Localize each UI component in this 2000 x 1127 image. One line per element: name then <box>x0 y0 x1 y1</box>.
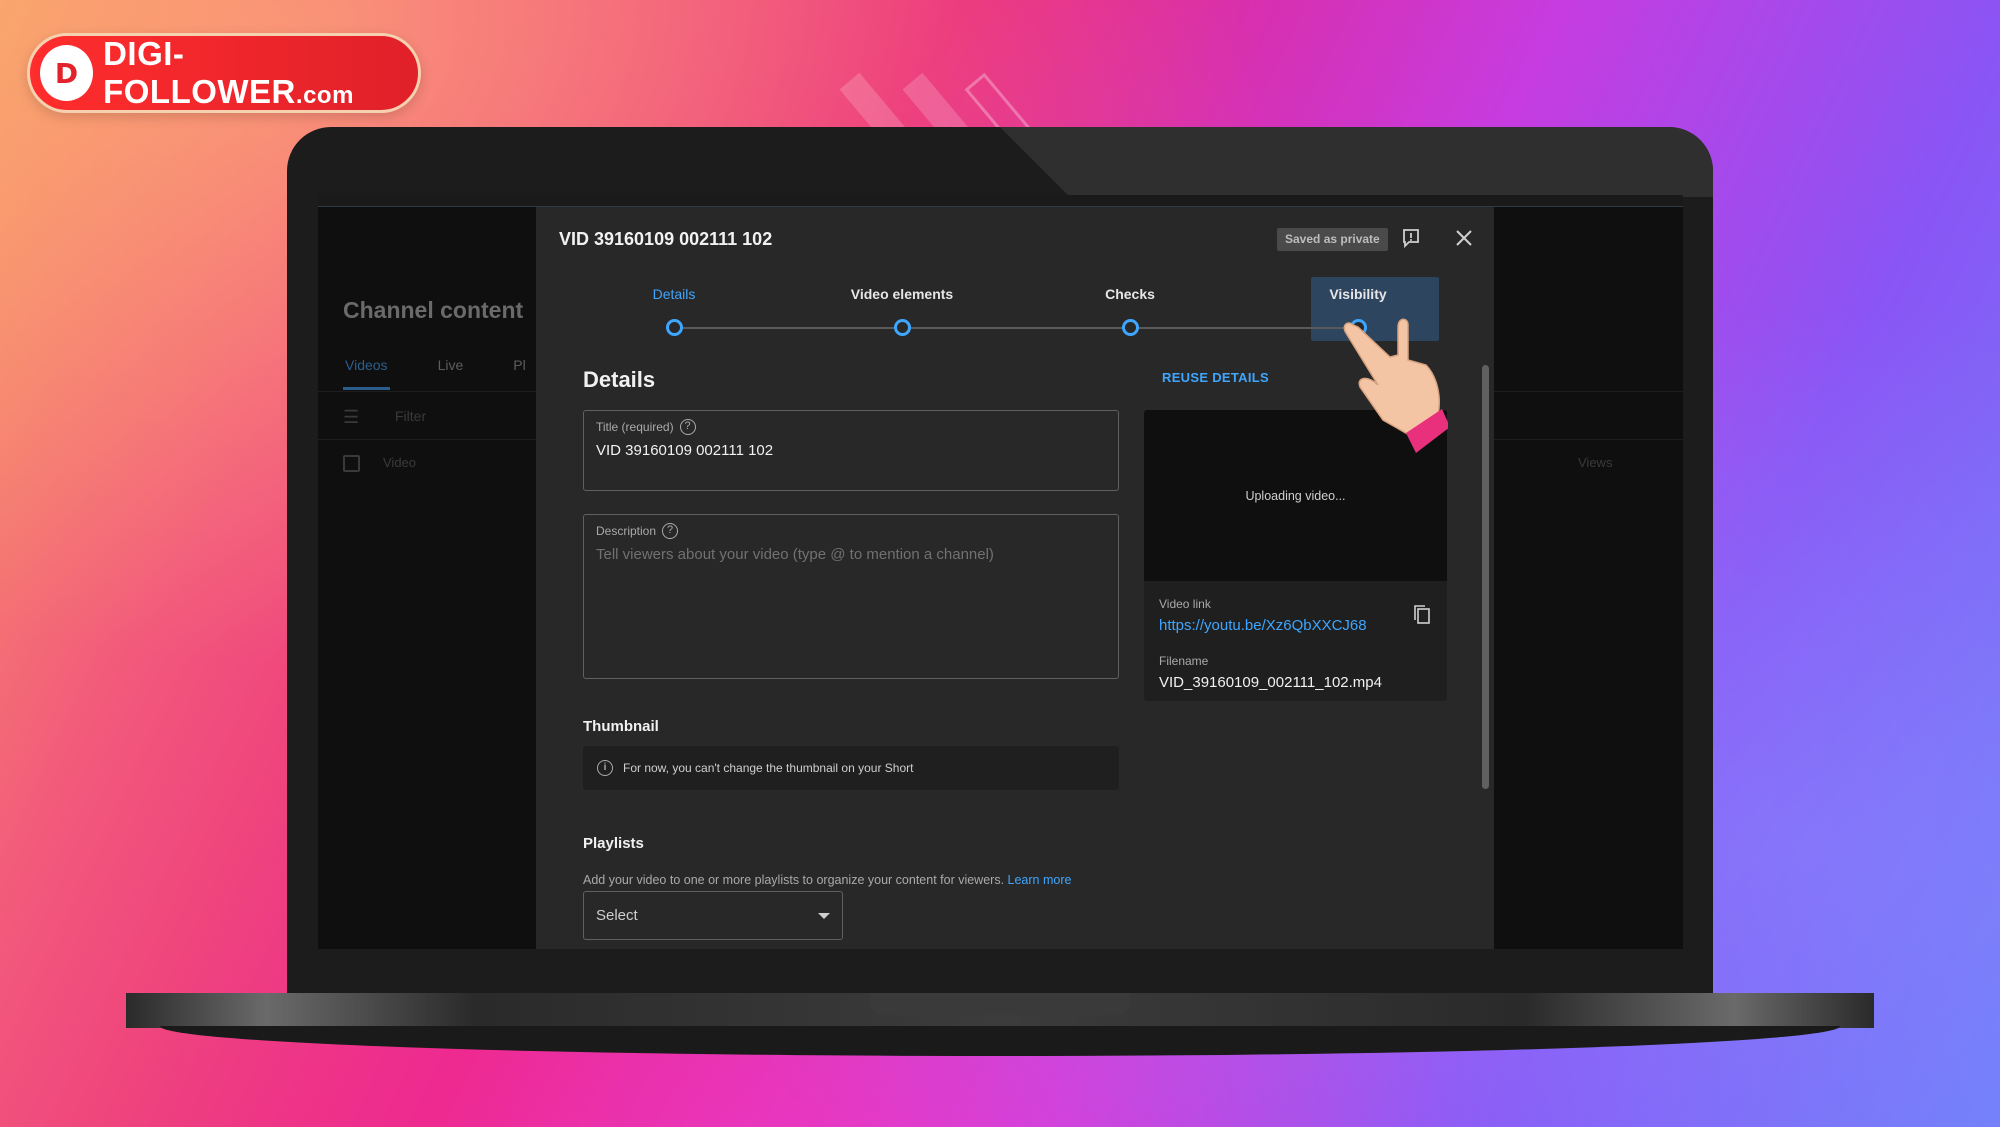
title-input[interactable]: VID 39160109 002111 102 <box>596 442 1106 459</box>
laptop-notch <box>870 993 1130 1015</box>
close-icon[interactable] <box>1453 227 1475 249</box>
help-icon[interactable]: ? <box>662 523 679 539</box>
title-field[interactable]: Title (required) ? VID 39160109 002111 1… <box>583 410 1119 491</box>
copy-icon[interactable] <box>1412 604 1432 626</box>
step-dot <box>1122 319 1139 336</box>
title-field-label: Title (required) ? <box>596 419 1106 435</box>
filter-input[interactable]: Filter <box>395 408 426 424</box>
description-input[interactable]: Tell viewers about your video (type @ to… <box>596 546 1106 563</box>
help-icon[interactable]: ? <box>679 419 696 435</box>
caret-down-icon <box>818 912 830 919</box>
step-line <box>674 327 1358 329</box>
description-field-label: Description ? <box>596 523 1106 539</box>
step-label: Checks <box>1105 286 1155 302</box>
laptop-screen: Channel content Videos Live Pl ☰ Filter … <box>318 195 1683 949</box>
feedback-icon[interactable] <box>1400 227 1422 249</box>
tab-videos[interactable]: Videos <box>343 357 390 390</box>
info-icon: i <box>597 760 613 776</box>
dialog-title: VID 39160109 002111 102 <box>559 229 773 249</box>
playlist-select-value: Select <box>596 907 638 924</box>
tab-playlists[interactable]: Pl <box>511 357 527 390</box>
step-dot <box>894 319 911 336</box>
studio-topbar <box>318 195 1683 207</box>
brand-logo-text: DIGI-FOLLOWER.com <box>103 35 354 110</box>
section-title: Details <box>583 367 656 392</box>
brand-logo: D DIGI-FOLLOWER.com <box>27 33 421 113</box>
step-video-elements[interactable]: Video elements <box>832 277 972 336</box>
filename: VID_39160109_002111_102.mp4 <box>1159 674 1382 691</box>
select-all-checkbox[interactable] <box>343 455 360 472</box>
description-field[interactable]: Description ? Tell viewers about your vi… <box>583 514 1119 679</box>
tab-live[interactable]: Live <box>436 357 466 390</box>
step-label: Details <box>652 286 696 302</box>
filename-label: Filename <box>1159 654 1209 668</box>
video-link[interactable]: https://youtu.be/Xz6QbXXCJ68 <box>1159 617 1367 634</box>
column-header-video: Video <box>383 455 417 470</box>
learn-more-link[interactable]: Learn more <box>1008 873 1072 887</box>
playlists-heading: Playlists <box>583 835 644 852</box>
brand-logo-icon: D <box>40 45 94 101</box>
step-checks[interactable]: Checks <box>1060 277 1200 336</box>
pointing-hand-icon <box>1343 318 1448 453</box>
playlist-select[interactable]: Select <box>583 891 843 940</box>
filter-icon[interactable]: ☰ <box>343 407 359 428</box>
reuse-details-button[interactable]: REUSE DETAILS <box>1162 370 1269 385</box>
step-label: Video elements <box>850 286 954 302</box>
page-title: Channel content <box>343 297 524 323</box>
upload-status: Uploading video... <box>1245 488 1346 503</box>
column-header-views: Views <box>1578 455 1613 470</box>
step-details[interactable]: Details <box>604 277 744 336</box>
thumbnail-note-text: For now, you can't change the thumbnail … <box>623 761 914 775</box>
step-label: Visibility <box>1329 286 1387 302</box>
video-link-label: Video link <box>1159 597 1211 611</box>
thumbnail-note: i For now, you can't change the thumbnai… <box>583 746 1119 790</box>
step-visibility[interactable]: Visibility <box>1288 277 1428 336</box>
thumbnail-heading: Thumbnail <box>583 718 659 735</box>
playlists-description: Add your video to one or more playlists … <box>583 873 1072 887</box>
step-dot <box>666 319 683 336</box>
status-badge: Saved as private <box>1277 228 1388 251</box>
laptop-lid-sheen <box>1000 127 1713 197</box>
dialog-scrollbar[interactable] <box>1482 365 1489 789</box>
